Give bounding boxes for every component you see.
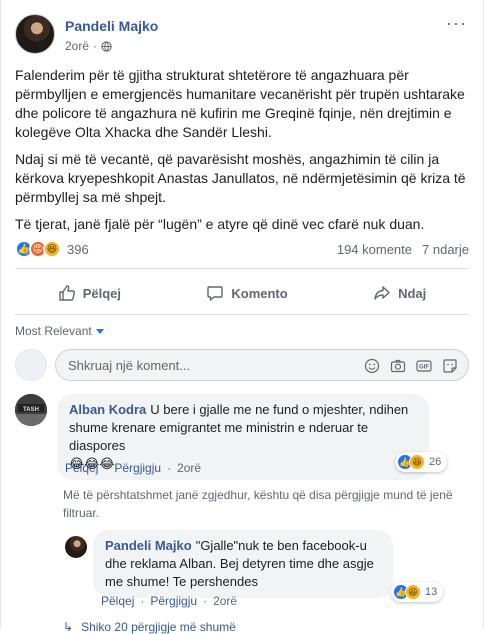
comment-icon <box>207 286 224 301</box>
share-icon <box>374 286 390 300</box>
reply-author-name[interactable]: Pandeli Majko <box>105 538 192 553</box>
haha-reaction-icon[interactable]: 😆 <box>43 240 61 258</box>
post-paragraph: Falenderim për të gjitha strukturat shte… <box>15 67 465 140</box>
comment-input[interactable]: Shkruaj një koment... GIF <box>55 349 469 381</box>
comment-time[interactable]: 2orë <box>177 461 201 475</box>
more-replies-label: Shiko 20 përgjigje më shumë <box>81 620 236 634</box>
post-paragraph: Të tjerat, janë fjalë për “lugën” e atyr… <box>15 216 425 232</box>
comment-composer: Shkruaj një koment... GIF <box>15 348 469 382</box>
engagement-counts: 194 komente 7 ndarje <box>337 242 469 257</box>
comment-count[interactable]: 194 komente <box>337 242 412 257</box>
reply-reaction-count: 13 <box>425 586 438 598</box>
reply-like-link[interactable]: Pëlqej <box>101 594 134 608</box>
separator-dot: · <box>104 461 109 475</box>
separator-dot: · <box>203 594 208 608</box>
separator-dot: · <box>93 39 98 53</box>
separator-dot: · <box>167 461 172 475</box>
post-paragraph: Ndaj si më të vecantë, që pavarësisht mo… <box>15 151 466 205</box>
filter-note: Më të përshtatshmet janë zgjedhur, kësht… <box>63 488 453 520</box>
comment-label: Komento <box>231 285 288 301</box>
more-options-icon[interactable]: ··· <box>446 14 467 32</box>
comment-placeholder: Shkruaj një koment... <box>68 357 191 373</box>
caret-down-icon <box>95 328 104 334</box>
reply-arrow-icon: ↳ <box>63 620 74 634</box>
reply-actions: Pëlqej · Përgjigju · 2orë <box>101 594 237 608</box>
reaction-count[interactable]: 396 <box>67 242 89 257</box>
svg-text:GIF: GIF <box>419 364 429 370</box>
comment-reactions[interactable]: 👍 😆 26 <box>395 452 448 472</box>
post-time[interactable]: 2orë <box>65 39 89 53</box>
comment: TASH Alban Kodra U bere i gjalle me ne fu… <box>15 394 471 480</box>
haha-reaction-icon: 😆 <box>409 454 425 470</box>
haha-reaction-icon: 😆 <box>405 584 421 600</box>
gif-icon[interactable]: GIF <box>415 357 432 374</box>
composer-icons: GIF <box>363 357 458 374</box>
like-button[interactable]: Pëlqej <box>58 284 121 302</box>
share-count[interactable]: 7 ndarje <box>422 242 469 257</box>
post-meta: 2orë · <box>65 39 112 53</box>
commenter-name[interactable]: Alban Kodra <box>69 402 146 417</box>
action-bar: Pëlqej Komento Ndaj <box>15 278 469 308</box>
comment-reply-link[interactable]: Përgjigju <box>114 461 161 475</box>
thumbs-up-icon <box>58 285 75 301</box>
post-header: Pandeli Majko 2orë · ··· <box>15 12 471 58</box>
comment-actions: Pëlqej · Përgjigju · 2orë <box>65 461 201 475</box>
emoji-icon[interactable] <box>363 357 380 374</box>
post-body: Falenderim për të gjitha strukturat shte… <box>15 66 469 242</box>
reply-author-avatar[interactable] <box>65 536 87 558</box>
share-label: Ndaj <box>398 285 427 301</box>
reply: Pandeli Majko "Gjalle"nuk te ben facebook… <box>65 530 471 610</box>
author-name[interactable]: Pandeli Majko <box>65 18 158 34</box>
like-label: Pëlqej <box>82 285 121 301</box>
globe-icon[interactable] <box>101 40 112 52</box>
reply-time[interactable]: 2orë <box>213 594 237 608</box>
divider <box>15 268 469 269</box>
comment-button[interactable]: Komento <box>206 284 288 302</box>
view-more-replies[interactable]: ↳ Shiko 20 përgjigje më shumë <box>63 620 236 634</box>
author-avatar[interactable] <box>15 14 55 54</box>
share-button[interactable]: Ndaj <box>373 284 426 302</box>
reactions-bar: 👍 😡 😆 396 194 komente 7 ndarje <box>15 239 469 259</box>
comment-reaction-count: 26 <box>429 456 442 468</box>
comment-like-link[interactable]: Pëlqej <box>65 461 98 475</box>
commenter-avatar[interactable]: TASH <box>15 394 47 426</box>
post-card: Pandeli Majko 2orë · ··· Falenderim për … <box>0 0 484 634</box>
current-user-avatar <box>15 349 47 381</box>
comment-sort-dropdown[interactable]: Most Relevant <box>15 324 104 338</box>
sticker-icon[interactable] <box>441 357 458 374</box>
reply-reactions[interactable]: 👍 😆 13 <box>391 582 444 602</box>
divider <box>15 314 469 315</box>
reply-reply-link[interactable]: Përgjigju <box>150 594 197 608</box>
svg-text:TASH: TASH <box>23 407 39 413</box>
separator-dot: · <box>140 594 145 608</box>
camera-icon[interactable] <box>389 357 406 374</box>
reply-bubble: Pandeli Majko "Gjalle"nuk te ben facebook… <box>93 530 393 598</box>
sort-label: Most Relevant <box>15 324 92 338</box>
